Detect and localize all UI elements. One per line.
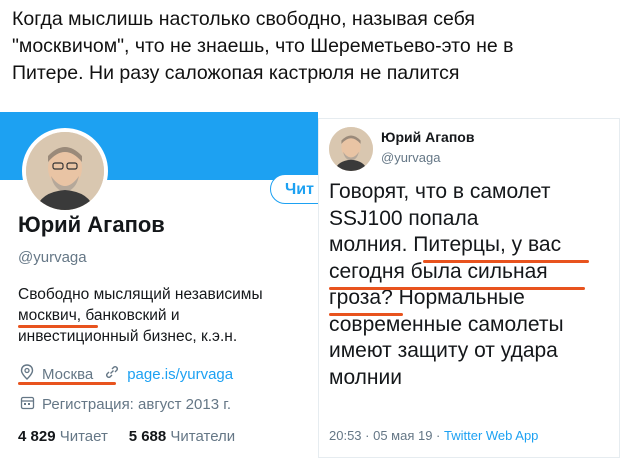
location-text: Москва [42, 365, 94, 383]
post-caption: Когда мыслишь настолько свободно, называ… [12, 6, 624, 87]
tweet-timestamp[interactable]: 20:53 · 05 мая 19 · [329, 428, 444, 443]
highlight-underline [423, 260, 589, 263]
profile-meta-location: Москва page.is/yurvaga [18, 364, 233, 384]
following-count[interactable]: 4 829 [18, 428, 56, 445]
followers-label[interactable]: Читатели [170, 428, 235, 445]
profile-handle[interactable]: @yurvaga [18, 249, 87, 266]
link-icon [103, 364, 121, 384]
bio-line: Свободно мыслящий независимы [18, 286, 263, 303]
followers-count[interactable]: 5 688 [129, 428, 167, 445]
avatar[interactable] [22, 128, 108, 214]
caption-line: Когда мыслишь настолько свободно, называ… [12, 8, 475, 30]
profile-card: Чит Юрий Агапов @yurvaga Свободно мыслящ… [0, 112, 318, 467]
caption-line: Питере. Ни разу саложопая кастрюля не па… [12, 62, 460, 84]
tweet-line: имеют защиту от удара [329, 339, 558, 362]
tweet-avatar[interactable] [329, 127, 373, 171]
highlight-underline [18, 325, 98, 328]
follow-button[interactable]: Чит [270, 174, 318, 204]
tweet-footer: 20:53 · 05 мая 19 · Twitter Web App [329, 428, 538, 443]
tweet-highlight: Питерцы, у вас [413, 233, 562, 256]
highlight-underline [18, 382, 116, 385]
tweet-text: Говорят, что в самолет SSJ100 попала мол… [329, 179, 619, 391]
highlight-underline [329, 313, 403, 316]
tweet-line: молнии [329, 365, 402, 389]
following-label[interactable]: Читает [60, 428, 108, 445]
profile-meta-joined: Регистрация: август 2013 г. [18, 395, 231, 414]
tweet-author-name[interactable]: Юрий Агапов [381, 129, 474, 145]
tweet-fragment: молния. [329, 233, 414, 256]
website-link[interactable]: page.is/yurvaga [127, 366, 233, 383]
profile-name: Юрий Агапов [18, 212, 165, 237]
bio-line: москвич, банковский и [18, 307, 180, 324]
bio-line: инвестиционный бизнес, к.э.н. [18, 328, 238, 345]
profile-stats: 4 829 Читает 5 688 Читатели [18, 428, 235, 445]
tweet-source[interactable]: Twitter Web App [444, 428, 538, 443]
pin-icon [18, 364, 36, 384]
tweet-line: SSJ100 попала [329, 206, 479, 230]
profile-bio: Свободно мыслящий независимы москвич, ба… [18, 284, 263, 347]
calendar-icon [18, 395, 36, 414]
tweet-card: Юрий Агапов @yurvaga Говорят, что в само… [318, 118, 620, 458]
highlight-underline [329, 287, 585, 290]
tweet-line: Говорят, что в самолет [329, 180, 551, 203]
caption-line: "москвичом", что не знаешь, что Шереметь… [12, 35, 514, 57]
joined-text: Регистрация: август 2013 г. [42, 396, 232, 413]
tweet-author-handle[interactable]: @yurvaga [381, 150, 440, 165]
tweet-line: молния. Питерцы, у вас [329, 232, 619, 259]
